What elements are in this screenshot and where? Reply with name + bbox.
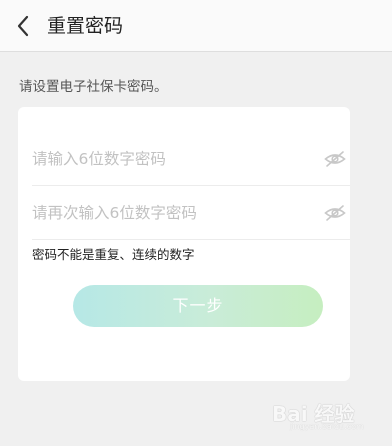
confirm-password-input[interactable] — [32, 193, 322, 233]
field-divider — [32, 185, 350, 186]
eye-hidden-icon[interactable] — [324, 204, 346, 222]
top-bar: 重置密码 — [0, 0, 392, 52]
watermark: Bai 经验 jingyan.baidu.com — [272, 392, 382, 436]
eye-hidden-icon[interactable] — [324, 150, 346, 168]
password-input[interactable] — [32, 139, 322, 179]
password-rule-text: 密码不能是重复、连续的数字 — [32, 247, 195, 262]
confirm-password-field — [32, 193, 350, 233]
page-title: 重置密码 — [47, 15, 124, 37]
next-step-button[interactable]: 下一步 — [73, 285, 323, 327]
password-field — [32, 139, 350, 179]
instruction-text: 请设置电子社保卡密码。 — [19, 79, 168, 95]
password-form-card: 密码不能是重复、连续的数字 下一步 — [18, 107, 350, 381]
back-button[interactable] — [10, 10, 40, 42]
chevron-left-icon — [17, 15, 29, 37]
watermark-url: jingyan.baidu.com — [290, 422, 364, 431]
field-divider — [32, 239, 350, 240]
